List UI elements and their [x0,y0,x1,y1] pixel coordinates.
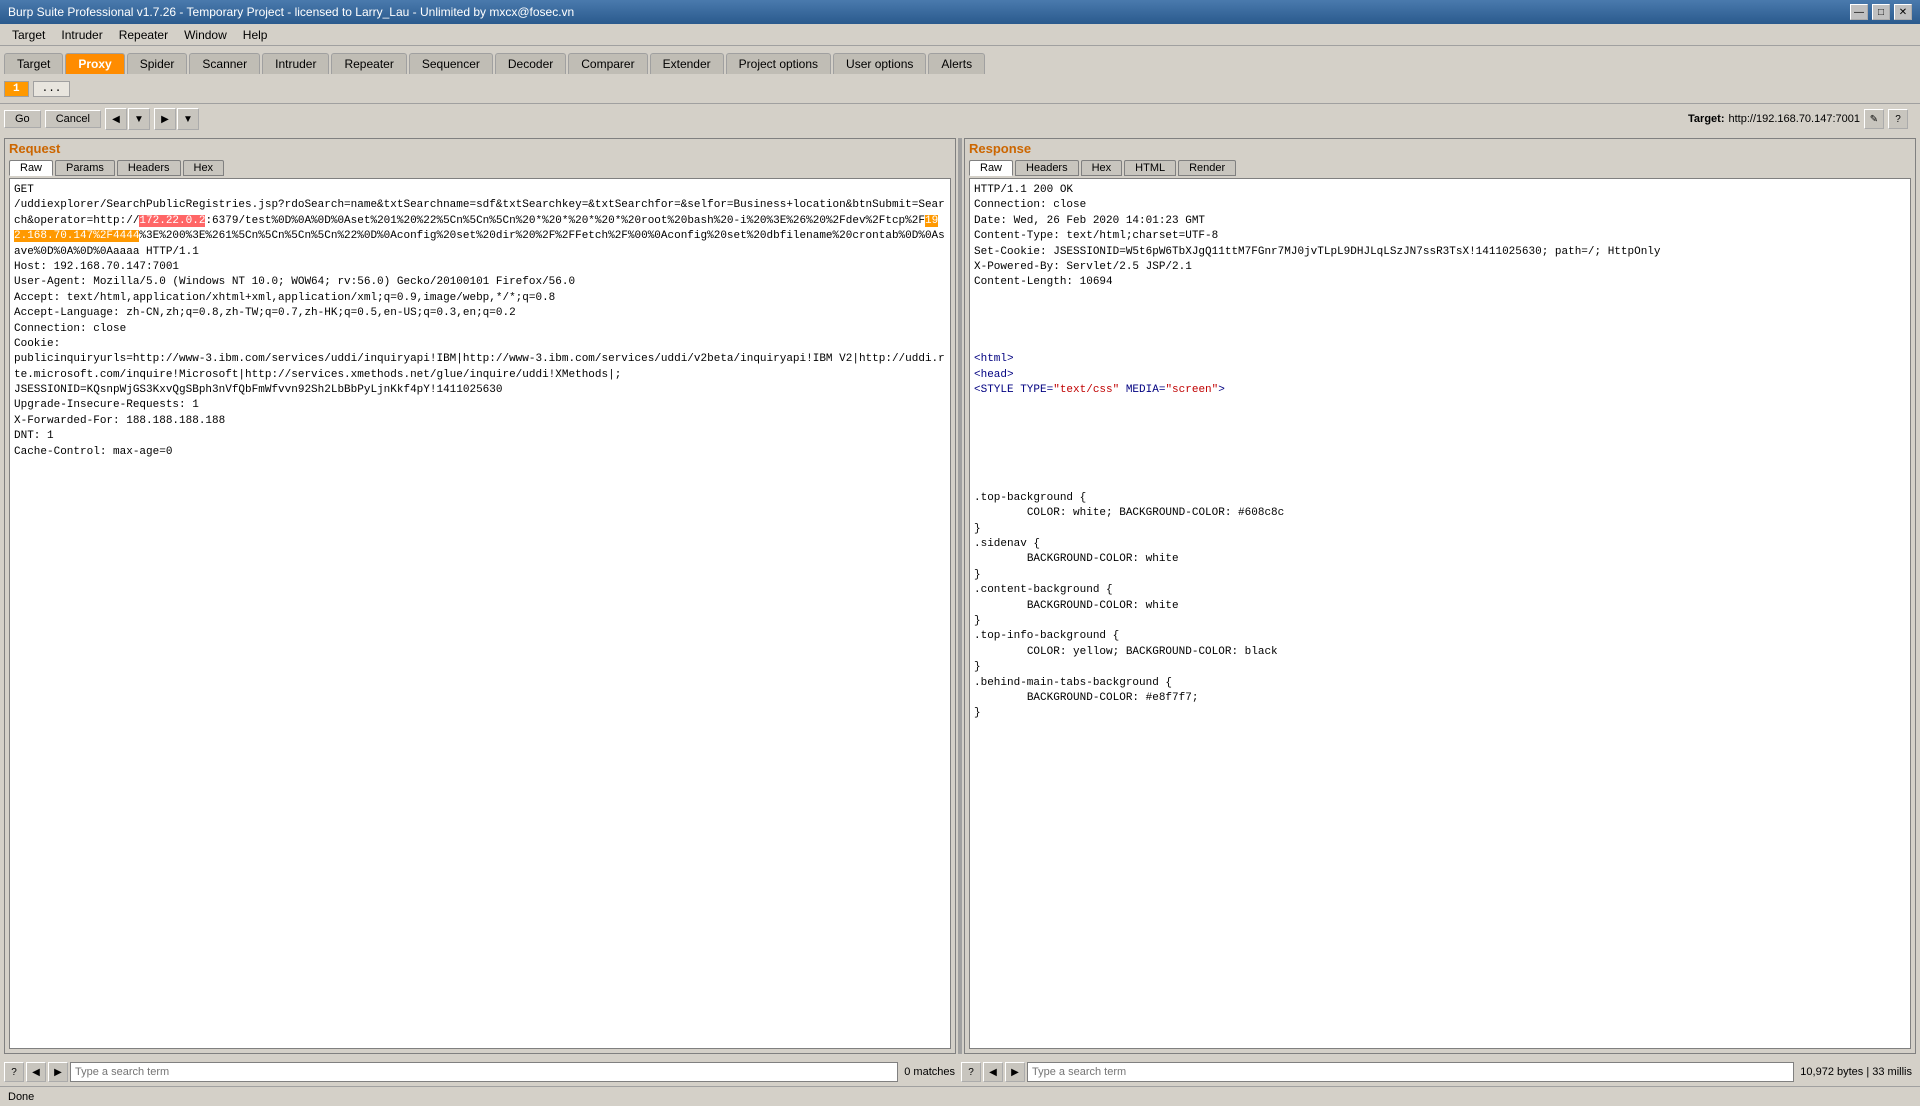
left-search-next[interactable]: ▶ [48,1062,68,1082]
response-panel-tabs: Raw Headers Hex HTML Render [965,158,1915,178]
left-search-input[interactable] [70,1062,898,1082]
panel-separator[interactable] [958,138,962,1054]
right-search-matches: 10,972 bytes | 33 millis [1796,1066,1916,1078]
right-search-help[interactable]: ? [961,1062,981,1082]
menu-repeater[interactable]: Repeater [111,26,176,44]
request-tab-hex[interactable]: Hex [183,160,225,176]
response-text: HTTP/1.1 200 OK Connection: close Date: … [970,179,1910,1048]
response-tab-raw[interactable]: Raw [969,160,1013,176]
response-tab-headers[interactable]: Headers [1015,160,1079,176]
tab-sequencer[interactable]: Sequencer [409,53,493,74]
menu-target[interactable]: Target [4,26,53,44]
tab-spider[interactable]: Spider [127,53,188,74]
right-search-prev[interactable]: ◀ [983,1062,1003,1082]
right-search-section: ? ◀ ▶ 10,972 bytes | 33 millis [961,1062,1916,1082]
response-tab-html[interactable]: HTML [1124,160,1176,176]
target-help-button[interactable]: ? [1888,109,1908,129]
request-panel: Request Raw Params Headers Hex GET /uddi… [4,138,956,1054]
menu-intruder[interactable]: Intruder [53,26,110,44]
right-search-next[interactable]: ▶ [1005,1062,1025,1082]
menu-window[interactable]: Window [176,26,235,44]
go-button[interactable]: Go [4,110,41,128]
title-bar-controls: — □ ✕ [1850,4,1912,20]
go-cancel-left: Go Cancel ◀ ▼ ▶ ▼ [4,108,199,130]
right-search-input[interactable] [1027,1062,1794,1082]
tab-bar: Target Proxy Spider Scanner Intruder Rep… [0,46,1920,74]
response-panel-title: Response [965,139,1915,158]
prev-dropdown[interactable]: ▼ [128,108,150,130]
tab-comparer[interactable]: Comparer [568,53,647,74]
request-panel-content[interactable]: GET /uddiexplorer/SearchPublicRegistries… [9,178,951,1049]
left-search-section: ? ◀ ▶ 0 matches [4,1062,959,1082]
tab-alerts[interactable]: Alerts [928,53,985,74]
maximize-button[interactable]: □ [1872,4,1890,20]
target-edit-button[interactable]: ✎ [1864,109,1884,129]
target-bar: Target: http://192.168.70.147:7001 ✎ ? [1680,108,1916,130]
request-tab-headers[interactable]: Headers [117,160,181,176]
close-button[interactable]: ✕ [1894,4,1912,20]
left-search-matches: 0 matches [900,1066,959,1078]
request-text: GET /uddiexplorer/SearchPublicRegistries… [10,179,950,1048]
main-content: Request Raw Params Headers Hex GET /uddi… [0,134,1920,1058]
tab-proxy[interactable]: Proxy [65,53,124,74]
nav-tab-1[interactable]: 1 [4,81,29,97]
nav-bar: 1 ... [0,74,1920,104]
tab-project-options[interactable]: Project options [726,53,831,74]
menu-help[interactable]: Help [235,26,276,44]
left-search-help[interactable]: ? [4,1062,24,1082]
tab-user-options[interactable]: User options [833,53,926,74]
title-text: Burp Suite Professional v1.7.26 - Tempor… [8,5,574,19]
tab-repeater[interactable]: Repeater [331,53,406,74]
target-label: Target: [1688,113,1724,125]
request-panel-title: Request [5,139,955,158]
left-search-prev[interactable]: ◀ [26,1062,46,1082]
tab-scanner[interactable]: Scanner [189,53,260,74]
request-tab-params[interactable]: Params [55,160,115,176]
go-cancel-bar: Go Cancel ◀ ▼ ▶ ▼ Target: http://192.168… [0,104,1920,134]
response-panel: Response Raw Headers Hex HTML Render HTT… [964,138,1916,1054]
prev-arrow[interactable]: ◀ [105,108,127,130]
title-bar: Burp Suite Professional v1.7.26 - Tempor… [0,0,1920,24]
tab-decoder[interactable]: Decoder [495,53,566,74]
next-dropdown[interactable]: ▼ [177,108,199,130]
status-bar: Done [0,1086,1920,1106]
status-label: Done [8,1091,34,1103]
request-panel-tabs: Raw Params Headers Hex [5,158,955,178]
next-arrow[interactable]: ▶ [154,108,176,130]
response-tab-hex[interactable]: Hex [1081,160,1123,176]
tab-intruder[interactable]: Intruder [262,53,329,74]
menu-bar: Target Intruder Repeater Window Help [0,24,1920,46]
request-tab-raw[interactable]: Raw [9,160,53,176]
nav-tab-dots[interactable]: ... [33,81,71,97]
cancel-button[interactable]: Cancel [45,110,101,128]
target-value: http://192.168.70.147:7001 [1728,113,1860,125]
minimize-button[interactable]: — [1850,4,1868,20]
tab-extender[interactable]: Extender [650,53,724,74]
tab-target[interactable]: Target [4,53,63,74]
search-bars: ? ◀ ▶ 0 matches ? ◀ ▶ 10,972 bytes | 33 … [0,1058,1920,1086]
response-panel-content[interactable]: HTTP/1.1 200 OK Connection: close Date: … [969,178,1911,1049]
response-tab-render[interactable]: Render [1178,160,1236,176]
